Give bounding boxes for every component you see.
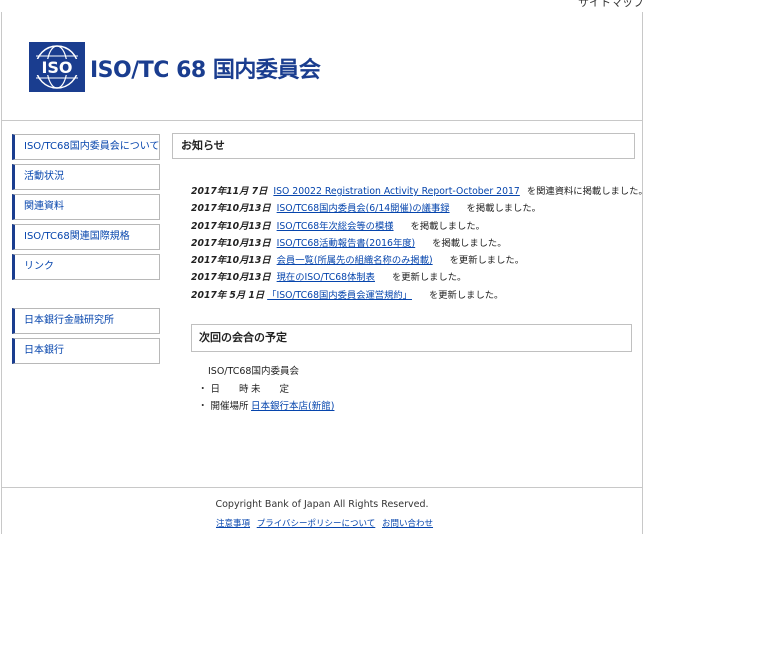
- news-link[interactable]: ISO/TC68活動報告書(2016年度): [277, 238, 416, 249]
- news-link[interactable]: 会員一覧(所属先の組織名称のみ掲載): [277, 255, 433, 266]
- meeting-place-row: ・ 開催場所 日本銀行本店(新館): [198, 398, 334, 416]
- logo-text: ISO: [41, 58, 72, 77]
- meeting-place-link[interactable]: 日本銀行本店(新館): [251, 401, 334, 412]
- news-heading: お知らせ: [172, 133, 635, 159]
- footer-link-contact[interactable]: お問い合わせ: [382, 519, 433, 529]
- news-suffix: を掲載しました。: [432, 237, 507, 249]
- news-suffix: を更新しました。: [391, 272, 467, 284]
- news-link[interactable]: ISO/TC68国内委員会(6/14開催)の議事録: [277, 203, 450, 214]
- news-date: 2017年11月 7日: [191, 186, 268, 197]
- news-date: 2017年10月13日: [191, 220, 271, 232]
- site-footer: Copyright Bank of Japan All Rights Reser…: [2, 487, 642, 535]
- footer-link-notice[interactable]: 注意事項: [216, 519, 250, 529]
- news-date: 2017年10月13日: [191, 255, 271, 267]
- news-item: 2017年10月13日 ISO/TC68国内委員会(6/14開催)の議事録 を掲…: [191, 200, 641, 217]
- news-suffix: を掲載しました。: [410, 220, 485, 232]
- news-item: 2017年 5月 1日 「ISO/TC68国内委員会運営規約」 を更新しました。: [191, 287, 641, 304]
- sidebar-item-about[interactable]: ISO/TC68国内委員会について: [12, 134, 160, 160]
- sidebar-item-documents[interactable]: 関連資料: [12, 194, 160, 220]
- news-suffix: を関連資料に掲載しました。: [526, 186, 648, 197]
- news-link[interactable]: 現在のISO/TC68体制表: [277, 272, 375, 283]
- news-suffix: を更新しました。: [449, 255, 524, 267]
- sidebar-item-links[interactable]: リンク: [12, 254, 160, 280]
- news-list: 2017年11月 7日 ISO 20022 Registration Activ…: [191, 183, 648, 304]
- news-item: 2017年10月13日 ISO/TC68活動報告書(2016年度) を掲載しまし…: [191, 235, 641, 252]
- page-frame: ISO ISO/TC 68 国内委員会 ISO/TC68国内委員会について 活動…: [1, 12, 648, 535]
- sitemap-link[interactable]: サイトマップ: [578, 0, 644, 10]
- news-suffix: を更新しました。: [428, 289, 504, 301]
- meeting-info: ISO/TC68国内委員会 ・ 日 時 未 定 ・ 開催場所 日本銀行本店(新館…: [198, 363, 334, 416]
- page-title: ISO/TC 68 国内委員会: [90, 58, 321, 83]
- iso-globe-icon: ISO: [32, 45, 82, 89]
- news-date: 2017年 5月 1日: [191, 289, 265, 301]
- meeting-date-label: ・ 日 時: [198, 383, 249, 395]
- meeting-place-label: ・ 開催場所: [198, 401, 249, 412]
- meeting-date-value: 未 定: [251, 383, 290, 395]
- news-item: 2017年10月13日 ISO/TC68年次総会等の模様 を掲載しました。: [191, 218, 641, 235]
- news-item: 2017年10月13日 会員一覧(所属先の組織名称のみ掲載) を更新しました。: [191, 252, 641, 269]
- news-item: 2017年10月13日 現在のISO/TC68体制表 を更新しました。: [191, 269, 641, 286]
- sidebar-nav: ISO/TC68国内委員会について 活動状況 関連資料 ISO/TC68関連国際…: [12, 134, 162, 368]
- news-date: 2017年10月13日: [191, 203, 271, 215]
- iso-logo[interactable]: ISO: [29, 42, 85, 92]
- meeting-date-row: ・ 日 時 未 定: [198, 381, 334, 399]
- site-header: ISO ISO/TC 68 国内委員会: [2, 12, 642, 121]
- sidebar-item-standards[interactable]: ISO/TC68関連国際規格: [12, 224, 160, 250]
- meeting-name: ISO/TC68国内委員会: [208, 366, 299, 377]
- copyright: Copyright Bank of Japan All Rights Reser…: [215, 499, 429, 510]
- sidebar-item-activities[interactable]: 活動状況: [12, 164, 160, 190]
- news-date: 2017年10月13日: [191, 272, 271, 284]
- sidebar-item-boj[interactable]: 日本銀行: [12, 338, 160, 364]
- meeting-heading: 次回の会合の予定: [191, 324, 632, 352]
- news-suffix: を掲載しました。: [466, 203, 541, 215]
- footer-link-privacy[interactable]: プライバシーポリシーについて: [257, 519, 376, 529]
- sidebar-item-imes[interactable]: 日本銀行金融研究所: [12, 308, 160, 334]
- news-link[interactable]: ISO/TC68年次総会等の模様: [277, 221, 394, 232]
- news-item: 2017年11月 7日 ISO 20022 Registration Activ…: [191, 183, 648, 200]
- news-date: 2017年10月13日: [191, 237, 271, 249]
- news-link[interactable]: 「ISO/TC68国内委員会運営規約」: [267, 290, 412, 301]
- footer-links: 注意事項 プライバシーポリシーについて お問い合わせ: [216, 517, 437, 529]
- news-link[interactable]: ISO 20022 Registration Activity Report-O…: [273, 186, 519, 197]
